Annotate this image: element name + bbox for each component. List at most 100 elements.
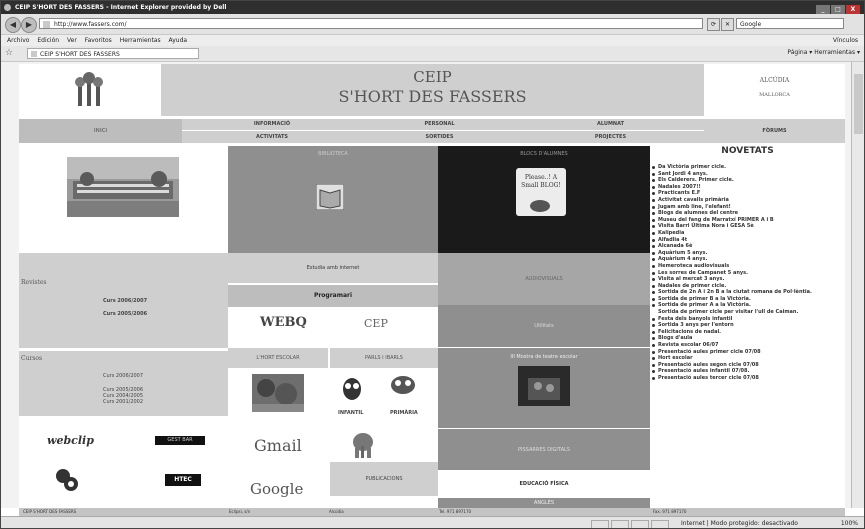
nav-sortides[interactable]: SORTIDES <box>362 131 517 143</box>
teatre-panel[interactable]: III Mostra de teatre escolar <box>438 347 650 428</box>
parls-panel[interactable]: PARLS I IBARLS <box>330 348 438 368</box>
novetats-item[interactable]: Els Calderers. Primer cicle. <box>650 177 845 184</box>
novetats-item[interactable]: Sant Jordi 4 anys. <box>650 171 845 178</box>
scrollbar-thumb[interactable] <box>854 74 863 134</box>
google-cell[interactable]: Google <box>228 470 330 508</box>
nav-inici[interactable]: INICI <box>19 119 182 143</box>
educacio-label: EDUCACIÓ FÍSICA <box>519 481 569 487</box>
owl-primaria-icon[interactable] <box>390 374 416 394</box>
stop-button[interactable]: ✕ <box>721 18 734 31</box>
novetats-item[interactable]: Nadales 2007!! <box>650 184 845 191</box>
novetats-item[interactable]: Hemeroteca audiovisuals <box>650 263 845 270</box>
menu-vinculos[interactable]: Vínculos <box>833 35 858 46</box>
back-button[interactable]: ◀ <box>5 17 21 33</box>
gestbar-logo[interactable]: GEST BAR <box>155 436 205 445</box>
novetats-item[interactable]: Da Victòria primer cicle. <box>650 164 845 171</box>
status-pane-4 <box>651 520 669 528</box>
blog-sign-text: Please..! A Small BLOG! <box>521 174 561 189</box>
novetats-item[interactable]: Sortida 3 anys per l'entorn <box>650 322 845 329</box>
novetats-item-text: Presentació aules tercer cicle 07/08 <box>658 375 759 381</box>
novetats-item[interactable]: Sortida de primer cicle per visitar l'ul… <box>650 309 845 316</box>
refresh-button[interactable]: ⟳ <box>707 18 720 31</box>
utilitats-panel[interactable]: Utilitats <box>438 305 650 347</box>
novetats-item[interactable]: Felicitacions de nadal. <box>650 329 845 336</box>
owl-infantil-icon[interactable] <box>342 376 362 400</box>
favorites-star-icon[interactable]: ☆ <box>5 48 13 58</box>
menu-ayuda[interactable]: Ayuda <box>169 37 188 44</box>
url-field[interactable]: http://www.fassers.com/ <box>39 18 703 29</box>
publicacions-panel[interactable]: PUBLICACIONS <box>330 462 438 496</box>
novetats-item[interactable]: Visita al mercat 3 anys. <box>650 276 845 283</box>
nav-sortides-label: SORTIDES <box>425 134 454 140</box>
educacio-panel[interactable]: EDUCACIÓ FÍSICA <box>438 470 650 498</box>
garden-photo <box>252 374 304 412</box>
novetats-item[interactable]: Practicants E.F <box>650 190 845 197</box>
novetats-item[interactable]: Sortida de 2n A i 2n B a la ciutat roman… <box>650 289 845 296</box>
revistes-year-2[interactable]: Curs 2005/2006 <box>103 311 147 317</box>
hort-panel[interactable]: L'HORT ESCOLAR <box>228 348 328 368</box>
novetats-item-text: Sortida de primer cicle per visitar l'ul… <box>658 309 799 316</box>
menu-edicion[interactable]: Edición <box>37 37 59 44</box>
minimize-button[interactable]: _ <box>816 5 830 14</box>
novetats-item[interactable]: Sortida de primer A a la Victòria. <box>650 302 845 309</box>
nav-projectes[interactable]: PROJECTES <box>517 131 704 143</box>
search-input[interactable]: Google <box>736 18 844 29</box>
novetats-item-text: Practicants E.F <box>658 190 701 197</box>
novetats-item[interactable]: Blogs de alumnes del centre <box>650 210 845 217</box>
novetats-item-text: Sortida de primer A a la Victòria. <box>658 302 751 309</box>
novetats-item-text: Nadales 2007!! <box>658 183 701 190</box>
toolbar-tools[interactable]: Página ▾ Herramientas ▾ <box>787 49 860 56</box>
htec-logo[interactable]: HTEC <box>165 474 201 486</box>
menu-favoritos[interactable]: Favoritos <box>85 37 112 44</box>
pissarres-panel[interactable]: PISSARRES DIGITALS <box>438 428 650 470</box>
nav-forums[interactable]: FÒRUMS <box>704 119 845 143</box>
angles-panel[interactable]: ANGLÈS <box>438 498 650 508</box>
novetats-item[interactable]: Aquàrium 4 anys. <box>650 256 845 263</box>
nav-personal[interactable]: PERSONAL <box>362 119 517 130</box>
nav-informacio[interactable]: INFORMACIÓ <box>182 119 362 130</box>
biblioteca-panel[interactable]: BIBLIOTECA <box>228 146 438 253</box>
webq-logo[interactable]: WEBQ <box>260 315 307 330</box>
menu-ver[interactable]: Ver <box>67 37 77 44</box>
novetats-item[interactable]: Visita Barri Última Nora i GESA 5è <box>650 223 845 230</box>
programari-panel[interactable]: Programari <box>228 285 438 307</box>
primaria-label[interactable]: PRIMÀRIA <box>390 410 418 416</box>
status-zone: Internet | Modo protegido: desactivado <box>681 520 798 527</box>
tab-active[interactable]: CEIP S'HORT DES FASSERS <box>27 48 199 59</box>
site-header: CEIP S'HORT DES FASSERS <box>161 64 704 116</box>
blocs-alumnes-panel[interactable]: BLOCS D'ALUMNES Please..! A Small BLOG! <box>438 146 650 253</box>
novetats-item[interactable]: Alcanada 6è <box>650 243 845 250</box>
status-bar: Internet | Modo protegido: desactivado 1… <box>1 516 864 528</box>
novetats-item[interactable]: Blogs d'aula <box>650 335 845 342</box>
webclip-logo[interactable]: webclip <box>47 434 94 447</box>
menu-archivo[interactable]: Archivo <box>7 37 29 44</box>
infantil-label[interactable]: INFANTIL <box>338 410 363 416</box>
cursos-year-1[interactable]: Curs 2006/2007 <box>103 373 143 379</box>
estudia-panel[interactable]: Estudia amb internet <box>228 253 438 283</box>
cursos-year-4[interactable]: Curs 2001/2002 <box>103 399 143 405</box>
novetats-item[interactable]: Presentació aules infantil 07/08. <box>650 368 845 375</box>
novetats-item[interactable]: Presentació aules primer cicle 07/08 <box>650 349 845 356</box>
novetats-item[interactable]: Kalipedia <box>650 230 845 237</box>
novetats-item[interactable]: Activitat cavalls primària <box>650 197 845 204</box>
revistes-year-1[interactable]: Curs 2006/2007 <box>103 298 147 304</box>
ca3-logo-icon[interactable] <box>55 468 79 492</box>
nav-alumnat[interactable]: ALUMNAT <box>517 119 704 130</box>
novetats-item[interactable]: Les sorres de Campanet 5 anys. <box>650 270 845 277</box>
nav-activitats[interactable]: ACTIVITATS <box>182 131 362 143</box>
cep-logo[interactable]: CEP <box>364 317 388 330</box>
forward-button[interactable]: ▶ <box>21 17 37 33</box>
menu-herramientas[interactable]: Herramientas <box>120 37 161 44</box>
audiovisuals-panel[interactable]: AUDIOVISUALS <box>438 253 650 305</box>
close-button[interactable]: X <box>846 5 860 14</box>
gmail-cell[interactable]: Gmail <box>228 428 330 470</box>
location-cell: ALCÚDIA MALLORCA <box>704 64 845 116</box>
zoom-level[interactable]: 100% <box>841 517 858 528</box>
novetats-item[interactable]: Hort escolar <box>650 355 845 362</box>
vertical-scrollbar[interactable] <box>851 62 864 508</box>
novetats-item[interactable]: Revista escolar 06/07 <box>650 342 845 349</box>
novetats-item[interactable]: Presentació aules tercer cicle 07/08 <box>650 375 845 382</box>
novetats-item[interactable]: Jugam amb line, l'elefant! <box>650 204 845 211</box>
novetats-item[interactable]: Festa dels banyols infantil <box>650 316 845 323</box>
maximize-button[interactable]: □ <box>831 5 845 14</box>
